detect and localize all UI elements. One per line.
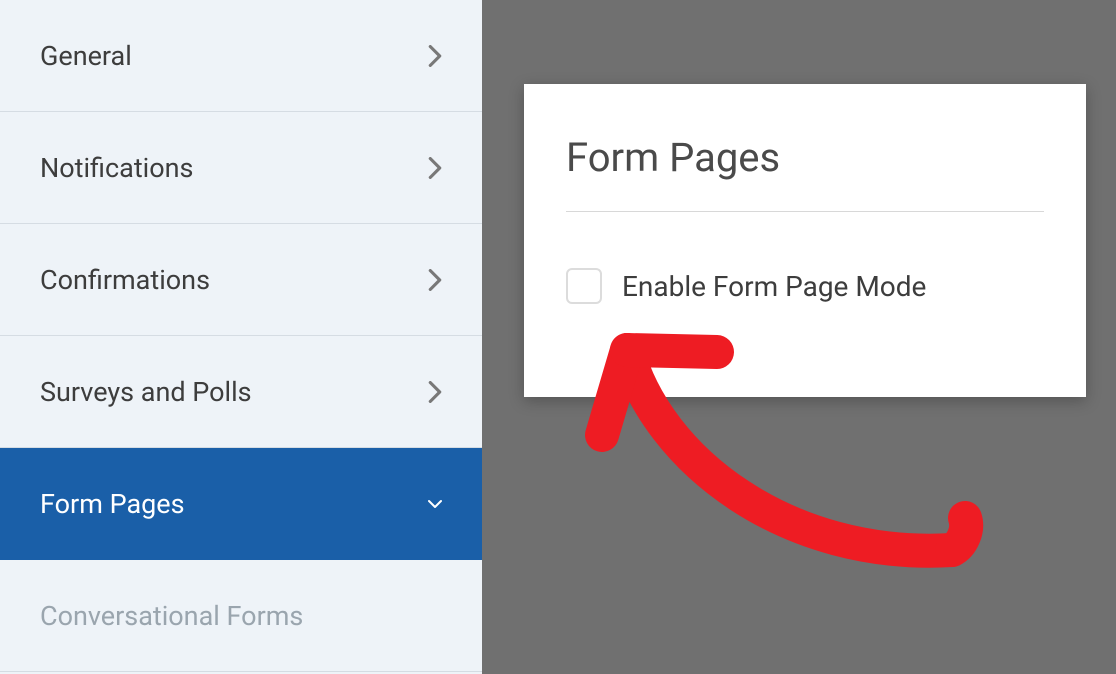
main-content-area: Form Pages Enable Form Page Mode [482,0,1116,674]
panel-title: Form Pages [566,134,1044,181]
chevron-right-icon [428,49,442,63]
divider [566,211,1044,212]
sidebar-item-confirmations[interactable]: Confirmations [0,224,482,336]
sidebar-item-notifications[interactable]: Notifications [0,112,482,224]
sidebar-item-label: Confirmations [40,264,210,296]
sidebar-item-label: Surveys and Polls [40,376,252,408]
sidebar-item-label: Notifications [40,152,193,184]
form-pages-panel: Form Pages Enable Form Page Mode [524,84,1086,397]
sidebar-item-surveys-polls[interactable]: Surveys and Polls [0,336,482,448]
sidebar-item-label: General [40,40,132,72]
chevron-right-icon [428,385,442,399]
enable-form-page-mode-row: Enable Form Page Mode [566,268,1044,304]
chevron-down-icon [428,497,442,511]
sidebar-item-label: Conversational Forms [40,600,303,632]
sidebar-item-conversational-forms[interactable]: Conversational Forms [0,560,482,672]
sidebar-item-general[interactable]: General [0,0,482,112]
enable-form-page-mode-checkbox[interactable] [566,268,602,304]
chevron-right-icon [428,273,442,287]
settings-sidebar: General Notifications Confirmations Surv… [0,0,482,674]
sidebar-item-form-pages[interactable]: Form Pages [0,448,482,560]
sidebar-item-label: Form Pages [40,488,185,520]
chevron-right-icon [428,161,442,175]
checkbox-label: Enable Form Page Mode [622,270,926,303]
